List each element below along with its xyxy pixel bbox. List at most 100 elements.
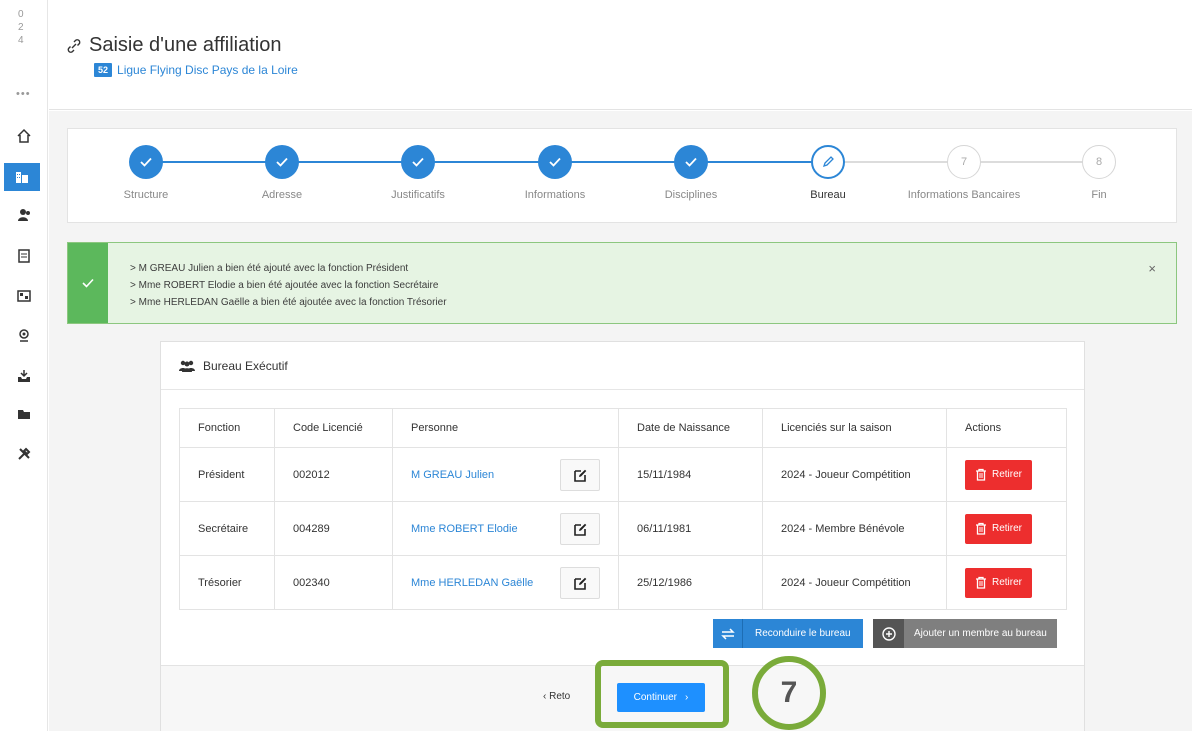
alert-line: > Mme ROBERT Elodie a bien été ajoutée a… [130,280,439,291]
cell-actions: Retirer [946,555,1067,610]
cell-fonction: Trésorier [179,555,275,610]
edit-icon [573,577,586,590]
step-adresse[interactable]: Adresse [222,145,342,201]
cell-fonction: Secrétaire [179,501,275,556]
remove-button[interactable]: Retirer [965,513,1033,544]
folder-icon [18,410,30,419]
edit-button[interactable] [560,459,600,491]
users-icon [18,209,30,221]
step-label: Bureau [810,189,846,201]
edit-icon [573,523,586,536]
column-header: Personne [392,408,619,448]
edit-icon [573,469,586,482]
remove-label: Retirer [992,469,1023,480]
table-row: Président 002012 M GREAU Julien 15/11/19… [179,447,1067,502]
step-label: Justificatifs [391,189,445,201]
sidebar-number: 0 [18,9,24,20]
column-header: Licenciés sur la saison [762,408,947,448]
step-disciplines[interactable]: Disciplines [631,145,751,201]
panel-header: Bureau Exécutif [161,342,1084,390]
sidebar-item-licences[interactable] [0,242,48,270]
remove-label: Retirer [992,577,1023,588]
cell-saison: 2024 - Membre Bénévole [762,501,947,556]
highlight-frame [595,660,729,728]
flag-icon [17,290,31,302]
renew-label: Reconduire le bureau [755,628,851,639]
cell-saison: 2024 - Joueur Compétition [762,447,947,502]
sidebar-item-competitions[interactable] [0,282,48,310]
add-member-button[interactable]: Ajouter un membre au bureau [873,619,1057,648]
alert-messages: > M GREAU Julien a bien été ajouté avec … [130,260,447,311]
cell-actions: Retirer [946,501,1067,556]
step-number: 7 [947,145,981,179]
cell-personne: Mme ROBERT Elodie [392,501,619,556]
sidebar-item-inbox[interactable] [0,362,48,390]
link-icon [67,38,81,53]
alert-line: > Mme HERLEDAN Gaëlle a bien été ajoutée… [130,297,447,308]
sidebar-item-structure[interactable] [4,163,40,191]
org-name: Ligue Flying Disc Pays de la Loire [117,63,298,77]
sidebar-number: 4 [18,35,24,46]
sidebar: 0 2 4 ••• [0,0,48,731]
step-label: Disciplines [664,189,718,201]
swap-icon [713,619,743,648]
panel-title: Bureau Exécutif [203,358,288,373]
cell-naissance: 06/11/1981 [618,501,763,556]
sidebar-item-users[interactable] [0,201,48,229]
step-bureau[interactable]: Bureau [768,145,888,201]
step-label: Informations Bancaires [907,189,1021,201]
check-icon [265,145,299,179]
users-group-icon [179,360,195,372]
remove-label: Retirer [992,523,1023,534]
check-icon [674,145,708,179]
sidebar-item-home[interactable] [0,122,48,150]
close-icon[interactable]: × [1148,261,1156,276]
building-icon [16,172,28,183]
cell-code: 004289 [274,501,393,556]
cell-code: 002012 [274,447,393,502]
step-label: Adresse [261,189,303,201]
step-informations-bancaires[interactable]: 7 Informations Bancaires [904,145,1024,201]
person-link[interactable]: Mme HERLEDAN Gaëlle [411,577,533,589]
check-icon [129,145,163,179]
step-label: Structure [123,189,169,201]
map-pin-icon [19,329,29,342]
person-link[interactable]: Mme ROBERT Elodie [411,523,518,535]
sidebar-item-locations[interactable] [0,322,48,350]
step-label: Informations [524,189,586,201]
column-header: Fonction [179,408,275,448]
step-structure[interactable]: Structure [86,145,206,201]
renew-bureau-button[interactable]: Reconduire le bureau [713,619,863,648]
column-header: Code Licencié [274,408,393,448]
title-row: Saisie d'une affiliation [65,34,281,57]
cell-actions: Retirer [946,447,1067,502]
trash-icon [976,522,986,535]
step-informations[interactable]: Informations [495,145,615,201]
bureau-table: Fonction Code Licencié Personne Date de … [179,408,1067,610]
more-icon[interactable]: ••• [16,88,31,100]
column-header: Date de Naissance [618,408,763,448]
step-fin[interactable]: 8 Fin [1039,145,1159,201]
add-member-label: Ajouter un membre au bureau [914,628,1047,639]
table-header-row: Fonction Code Licencié Personne Date de … [179,408,1067,448]
table-row: Secrétaire 004289 Mme ROBERT Elodie 06/1… [179,501,1067,556]
sidebar-item-tools[interactable] [0,440,48,468]
cell-personne: M GREAU Julien [392,447,619,502]
step-justificatifs[interactable]: Justificatifs [358,145,478,201]
sidebar-item-documents[interactable] [0,400,48,428]
back-link[interactable]: ‹ Reto [543,691,570,702]
edit-button[interactable] [560,513,600,545]
remove-button[interactable]: Retirer [965,567,1033,598]
edit-button[interactable] [560,567,600,599]
id-card-icon [18,249,30,263]
table-row: Trésorier 002340 Mme HERLEDAN Gaëlle 25/… [179,555,1067,610]
tools-icon [18,447,31,460]
home-icon [17,128,31,143]
step-number: 8 [1082,145,1116,179]
inbox-icon [18,370,30,382]
cell-naissance: 15/11/1984 [618,447,763,502]
check-icon [401,145,435,179]
remove-button[interactable]: Retirer [965,459,1033,490]
page-header: Saisie d'une affiliation 52 Ligue Flying… [49,0,1192,110]
person-link[interactable]: M GREAU Julien [411,469,494,481]
